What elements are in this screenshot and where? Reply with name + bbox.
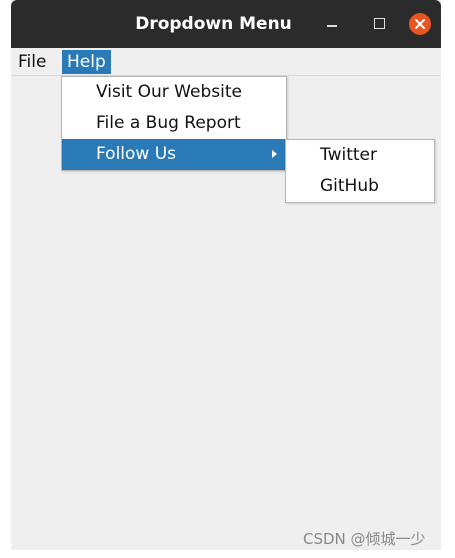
menu-help[interactable]: Help <box>62 50 111 74</box>
menu-item-visit-website[interactable]: Visit Our Website <box>62 77 286 108</box>
menu-item-label: Twitter <box>320 145 377 165</box>
menu-bar: File Help <box>11 48 441 76</box>
close-icon <box>415 19 425 29</box>
menu-item-follow-us[interactable]: Follow Us <box>62 139 286 170</box>
page: Dropdown Menu File Help Visit Our Websit… <box>0 0 455 558</box>
app-window: Dropdown Menu File Help Visit Our Websit… <box>11 0 441 550</box>
maximize-button[interactable] <box>370 14 390 34</box>
submenu-arrow-icon <box>272 150 277 158</box>
menu-file[interactable]: File <box>13 50 51 74</box>
menu-item-label: Follow Us <box>96 144 177 164</box>
help-dropdown-menu: Visit Our Website File a Bug Report Foll… <box>61 76 287 171</box>
menu-item-github[interactable]: GitHub <box>286 171 434 202</box>
menu-item-label: File a Bug Report <box>96 113 241 133</box>
menu-item-label: Visit Our Website <box>96 82 242 102</box>
minimize-button[interactable] <box>323 14 343 34</box>
watermark-text: CSDN @倾城一少 <box>303 530 426 548</box>
title-bar[interactable]: Dropdown Menu <box>11 0 441 48</box>
close-button[interactable] <box>409 13 431 35</box>
menu-item-twitter[interactable]: Twitter <box>286 140 434 171</box>
menu-item-label: GitHub <box>320 176 379 196</box>
window-title: Dropdown Menu <box>135 14 292 34</box>
menu-item-file-bug-report[interactable]: File a Bug Report <box>62 108 286 139</box>
follow-us-submenu: Twitter GitHub <box>285 139 435 203</box>
